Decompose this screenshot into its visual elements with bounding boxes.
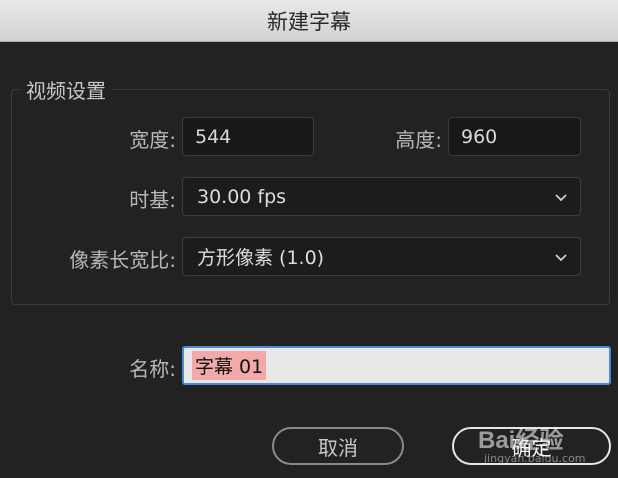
chevron-down-icon <box>555 193 567 201</box>
height-label: 高度: <box>395 128 442 152</box>
width-label: 宽度: <box>129 128 176 152</box>
timebase-label: 时基: <box>129 188 176 212</box>
height-field[interactable]: 960 <box>448 117 581 156</box>
ok-button[interactable]: 确定 <box>452 427 611 465</box>
cancel-button[interactable]: 取消 <box>272 427 404 465</box>
width-field[interactable]: 544 <box>182 117 314 156</box>
timebase-value: 30.00 fps <box>197 185 287 208</box>
dialog-titlebar: 新建字幕 <box>0 0 618 42</box>
chevron-down-icon <box>555 253 567 261</box>
name-label: 名称: <box>129 357 176 381</box>
name-value: 字幕 01 <box>192 351 267 380</box>
pixel-aspect-label: 像素长宽比: <box>69 248 176 272</box>
dialog-title: 新建字幕 <box>267 9 351 34</box>
pixel-aspect-select[interactable]: 方形像素 (1.0) <box>182 237 581 276</box>
pixel-aspect-value: 方形像素 (1.0) <box>197 247 325 269</box>
name-input[interactable]: 字幕 01 <box>182 346 611 385</box>
timebase-select[interactable]: 30.00 fps <box>182 177 581 216</box>
video-settings-label: 视频设置 <box>20 75 112 104</box>
